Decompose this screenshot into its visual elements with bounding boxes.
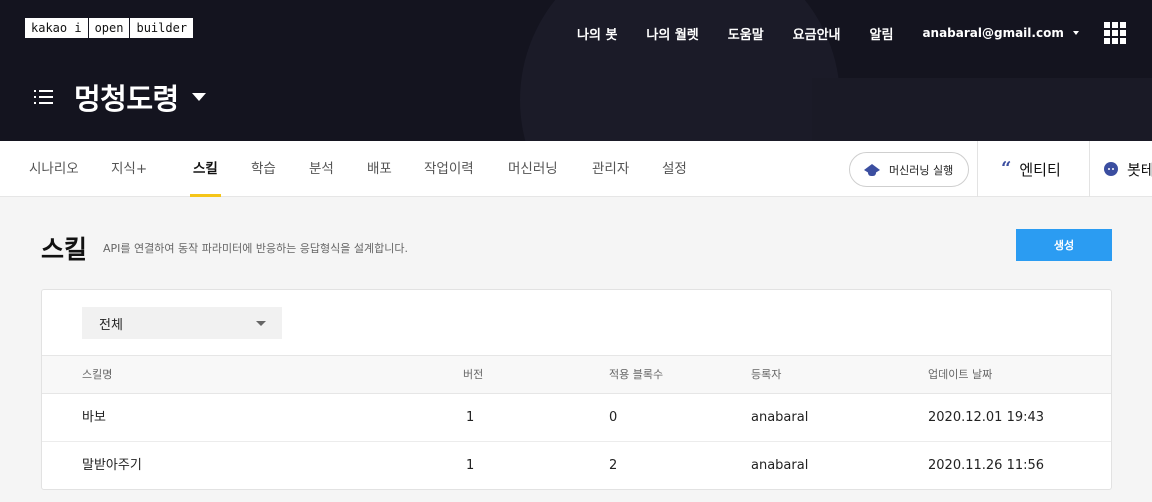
cell-skill-name[interactable]: 바보 xyxy=(82,394,106,442)
bot-name[interactable]: 멍청도령 xyxy=(74,76,179,118)
filter-selected-value: 전체 xyxy=(99,317,123,333)
run-machine-learning-label: 머신러닝 실행 xyxy=(889,163,954,177)
nav-notifications[interactable]: 알림 xyxy=(870,24,894,43)
tab-machine-learning[interactable]: 머신러닝 xyxy=(508,141,558,197)
table-header: 스킬명 버전 적용 블록수 등록자 업데이트 날짜 xyxy=(42,355,1111,394)
graduation-cap-icon xyxy=(864,163,880,176)
bot-selector: 멍청도령 xyxy=(34,76,206,118)
entity-button[interactable]: “ 엔티티 xyxy=(1001,141,1061,197)
run-machine-learning-button[interactable]: 머신러닝 실행 xyxy=(849,152,969,187)
quote-icon: “ xyxy=(1001,158,1012,179)
list-menu-icon[interactable] xyxy=(34,89,54,105)
cell-skill-name[interactable]: 말받아주기 xyxy=(82,442,142,489)
header-decoration xyxy=(520,0,840,141)
nav-pricing[interactable]: 요금안내 xyxy=(793,24,841,43)
logo-part-kakao: kakao i xyxy=(25,18,89,38)
bot-test-label: 봇테 xyxy=(1127,160,1152,179)
cell-version: 1 xyxy=(466,458,475,473)
bot-test-button[interactable]: 봇테 xyxy=(1104,141,1152,197)
user-email: anabaral@gmail.com xyxy=(922,26,1064,40)
cell-updated-date: 2020.12.01 19:43 xyxy=(928,410,1045,425)
cell-registrant: anabaral xyxy=(751,410,809,425)
tab-skill[interactable]: 스킬 xyxy=(190,141,221,197)
kakao-open-builder-logo[interactable]: kakao i open builder xyxy=(25,18,194,38)
page-description: API를 연결하여 동작 파라미터에 반응하는 응답형식을 설계합니다. xyxy=(103,242,408,255)
column-header-registrant[interactable]: 등록자 xyxy=(751,356,781,394)
logo-part-builder: builder xyxy=(130,18,194,38)
tab-analysis[interactable]: 분석 xyxy=(309,141,334,197)
tab-scenario[interactable]: 시나리오 xyxy=(29,141,79,197)
entity-label: 엔티티 xyxy=(1019,160,1061,179)
divider xyxy=(1089,141,1090,197)
top-nav: 나의 봇 나의 월렛 도움말 요금안내 알림 anabaral@gmail.co… xyxy=(577,24,1079,43)
table-row[interactable]: 말받아주기 1 2 anabaral 2020.11.26 11:56 xyxy=(42,442,1111,489)
caret-down-icon xyxy=(256,321,266,326)
bot-dropdown-caret-icon[interactable] xyxy=(191,93,206,101)
column-header-block-count[interactable]: 적용 블록수 xyxy=(609,356,663,394)
tab-admin[interactable]: 관리자 xyxy=(592,141,629,197)
skill-list-card: 전체 스킬명 버전 적용 블록수 등록자 업데이트 날짜 바보 1 0 anab… xyxy=(41,289,1112,490)
table-row[interactable]: 바보 1 0 anabaral 2020.12.01 19:43 xyxy=(42,394,1111,442)
tab-settings[interactable]: 설정 xyxy=(662,141,687,197)
app-grid-icon[interactable] xyxy=(1104,22,1126,44)
nav-my-bots[interactable]: 나의 봇 xyxy=(577,24,617,43)
column-header-updated-date[interactable]: 업데이트 날짜 xyxy=(928,356,992,394)
top-header: kakao i open builder 나의 봇 나의 월렛 도움말 요금안내… xyxy=(0,0,1152,141)
logo-part-open: open xyxy=(88,18,131,38)
divider xyxy=(977,141,978,197)
cell-block-count: 2 xyxy=(609,458,618,473)
cell-updated-date: 2020.11.26 11:56 xyxy=(928,458,1045,473)
tab-learning[interactable]: 학습 xyxy=(251,141,276,197)
nav-help[interactable]: 도움말 xyxy=(728,24,764,43)
filter-dropdown[interactable]: 전체 xyxy=(82,307,282,339)
tab-bar: 시나리오 지식+ 스킬 학습 분석 배포 작업이력 머신러닝 관리자 설정 머신… xyxy=(0,141,1152,197)
column-header-skill-name[interactable]: 스킬명 xyxy=(82,356,112,394)
chat-bubble-icon xyxy=(1104,162,1118,176)
cell-version: 1 xyxy=(466,410,475,425)
cell-registrant: anabaral xyxy=(751,458,809,473)
user-account-menu[interactable]: anabaral@gmail.com xyxy=(922,26,1079,40)
create-skill-button[interactable]: 생성 xyxy=(1016,229,1112,261)
column-header-version[interactable]: 버전 xyxy=(463,356,483,394)
caret-down-icon xyxy=(1072,31,1079,35)
tab-history[interactable]: 작업이력 xyxy=(424,141,474,197)
nav-my-wallet[interactable]: 나의 월렛 xyxy=(646,24,698,43)
tab-deploy[interactable]: 배포 xyxy=(367,141,392,197)
page-title: 스킬 xyxy=(41,235,88,264)
tab-knowledge-plus[interactable]: 지식+ xyxy=(111,141,147,197)
cell-block-count: 0 xyxy=(609,410,618,425)
header-decoration xyxy=(812,78,1152,141)
